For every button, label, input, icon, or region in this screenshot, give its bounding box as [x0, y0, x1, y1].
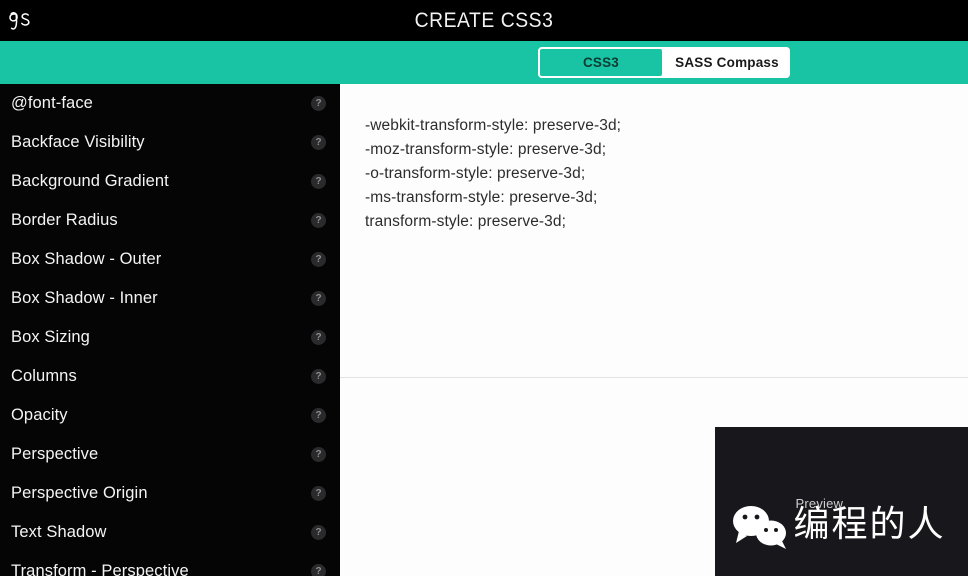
preview-text-group: Preview 编程的人 — [794, 496, 954, 556]
sidebar-item-columns[interactable]: Columns ? — [0, 357, 340, 396]
code-line: -moz-transform-style: preserve-3d; — [365, 141, 607, 158]
sidebar-item-label: Backface Visibility — [11, 133, 145, 151]
code-line: -o-transform-style: preserve-3d; — [365, 165, 586, 182]
wechat-logo-icon — [730, 503, 790, 549]
sidebar-item-transform-perspective[interactable]: Transform - Perspective ? — [0, 552, 340, 576]
preview-watermark-group: Preview 编程的人 — [715, 480, 968, 572]
code-line: -webkit-transform-style: preserve-3d; — [365, 117, 622, 134]
preview-panel: Preview 编程的人 — [715, 427, 968, 576]
sidebar-item-box-shadow-inner[interactable]: Box Shadow - Inner ? — [0, 279, 340, 318]
sidebar-item-label: Box Shadow - Outer — [11, 250, 162, 268]
sidebar-item-opacity[interactable]: Opacity ? — [0, 396, 340, 435]
sidebar-item-perspective-origin[interactable]: Perspective Origin ? — [0, 474, 340, 513]
help-icon[interactable]: ? — [311, 525, 326, 540]
sidebar-item-label: Perspective Origin — [11, 484, 148, 502]
tab-css3-label: CSS3 — [582, 55, 620, 70]
js-script-logo-icon[interactable] — [4, 4, 38, 38]
sidebar: @font-face ? Backface Visibility ? Backg… — [0, 84, 340, 576]
sidebar-item-label: @font-face — [11, 94, 93, 112]
sidebar-item-font-face[interactable]: @font-face ? — [0, 84, 340, 123]
sidebar-item-text-shadow[interactable]: Text Shadow ? — [0, 513, 340, 552]
sidebar-item-label: Perspective — [11, 445, 99, 463]
sidebar-item-box-shadow-outer[interactable]: Box Shadow - Outer ? — [0, 240, 340, 279]
help-icon[interactable]: ? — [311, 447, 326, 462]
help-icon[interactable]: ? — [311, 174, 326, 189]
tab-group: CSS3 SASS Compass — [538, 47, 790, 78]
watermark-text: 编程的人 — [793, 504, 946, 545]
help-icon[interactable]: ? — [311, 486, 326, 501]
sidebar-item-box-sizing[interactable]: Box Sizing ? — [0, 318, 340, 357]
sidebar-item-label: Text Shadow — [11, 523, 107, 541]
tab-sass-compass[interactable]: SASS Compass — [664, 47, 790, 78]
sidebar-item-label: Columns — [11, 367, 77, 385]
help-icon[interactable]: ? — [311, 408, 326, 423]
help-icon[interactable]: ? — [311, 96, 326, 111]
tab-css3[interactable]: CSS3 — [538, 47, 664, 78]
sidebar-item-background-gradient[interactable]: Background Gradient ? — [0, 162, 340, 201]
help-icon[interactable]: ? — [311, 135, 326, 150]
page-title: CREATE CSS3 — [414, 9, 554, 32]
code-line: -ms-transform-style: preserve-3d; — [365, 189, 598, 206]
help-icon[interactable]: ? — [311, 213, 326, 228]
help-icon[interactable]: ? — [311, 369, 326, 384]
sidebar-item-border-radius[interactable]: Border Radius ? — [0, 201, 340, 240]
sidebar-item-backface-visibility[interactable]: Backface Visibility ? — [0, 123, 340, 162]
sidebar-item-label: Opacity — [11, 406, 68, 424]
code-line: transform-style: preserve-3d; — [365, 213, 567, 230]
sidebar-item-label: Border Radius — [11, 211, 118, 229]
app-header: CREATE CSS3 — [0, 0, 968, 41]
help-icon[interactable]: ? — [311, 564, 326, 576]
sidebar-item-label: Background Gradient — [11, 172, 169, 190]
sidebar-item-perspective[interactable]: Perspective ? — [0, 435, 340, 474]
tab-sass-compass-label: SASS Compass — [675, 55, 779, 70]
sidebar-item-label: Transform - Perspective — [11, 562, 189, 576]
main-content: -webkit-transform-style: preserve-3d; -m… — [340, 84, 968, 576]
tab-bar: CSS3 SASS Compass — [0, 41, 968, 84]
help-icon[interactable]: ? — [311, 291, 326, 306]
sidebar-item-label: Box Sizing — [11, 328, 90, 346]
help-icon[interactable]: ? — [311, 252, 326, 267]
sidebar-item-label: Box Shadow - Inner — [11, 289, 158, 307]
help-icon[interactable]: ? — [311, 330, 326, 345]
section-divider — [340, 377, 968, 378]
generated-css-output[interactable]: -webkit-transform-style: preserve-3d; -m… — [340, 84, 968, 377]
